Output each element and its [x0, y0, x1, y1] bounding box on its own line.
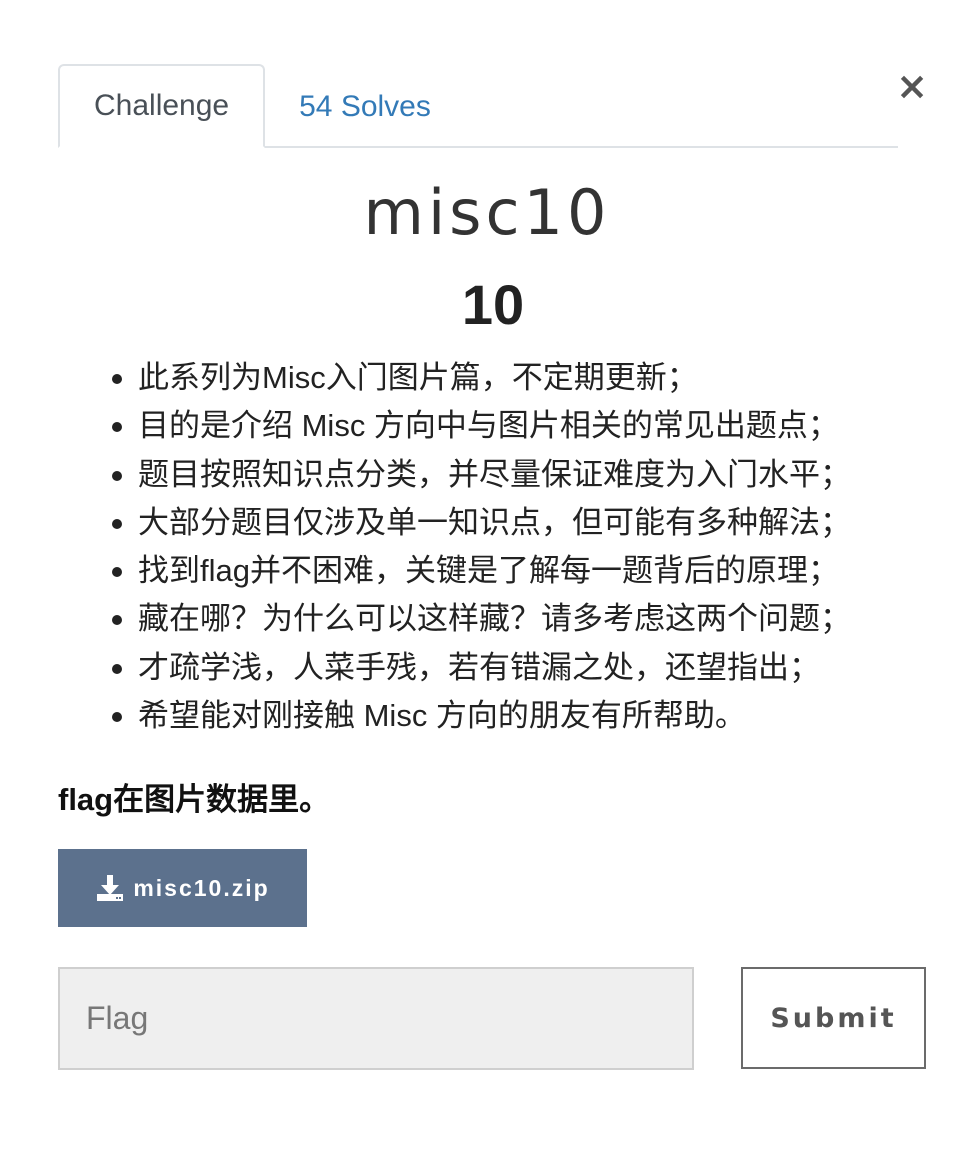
download-file-button[interactable]: misc10.zip — [58, 849, 307, 927]
challenge-hint: flag在图片数据里。 — [58, 782, 331, 817]
description-item: 目的是介绍 Misc 方向中与图片相关的常见出题点； — [112, 402, 958, 450]
description-item: 找到flag并不困难，关键是了解每一题背后的原理； — [112, 547, 958, 595]
submit-button[interactable]: Submit — [741, 967, 926, 1069]
challenge-name: misc10 — [363, 176, 611, 249]
challenge-value: 10 — [461, 273, 525, 336]
close-button[interactable]: × — [894, 66, 930, 106]
challenge-description: 此系列为Misc入门图片篇，不定期更新； 目的是介绍 Misc 方向中与图片相关… — [112, 354, 958, 740]
description-item: 此系列为Misc入门图片篇，不定期更新； — [112, 354, 958, 402]
download-file-label: misc10.zip — [133, 874, 270, 901]
description-item: 大部分题目仅涉及单一知识点，但可能有多种解法； — [112, 499, 958, 547]
tab-solves[interactable]: 54 Solves — [265, 66, 465, 148]
tab-challenge[interactable]: Challenge — [58, 64, 266, 148]
download-icon — [95, 873, 125, 903]
description-item: 希望能对刚接触 Misc 方向的朋友有所帮助。 — [112, 692, 958, 740]
challenge-modal: × Challenge 54 Solves misc10 10 此系列为Misc… — [0, 0, 974, 1150]
flag-input[interactable] — [58, 967, 694, 1070]
description-item: 题目按照知识点分类，并尽量保证难度为入门水平； — [112, 451, 958, 499]
description-item: 才疏学浅，人菜手残，若有错漏之处，还望指出； — [112, 644, 958, 692]
tab-bar: Challenge 54 Solves — [58, 62, 898, 148]
description-item: 藏在哪？为什么可以这样藏？请多考虑这两个问题； — [112, 595, 958, 643]
